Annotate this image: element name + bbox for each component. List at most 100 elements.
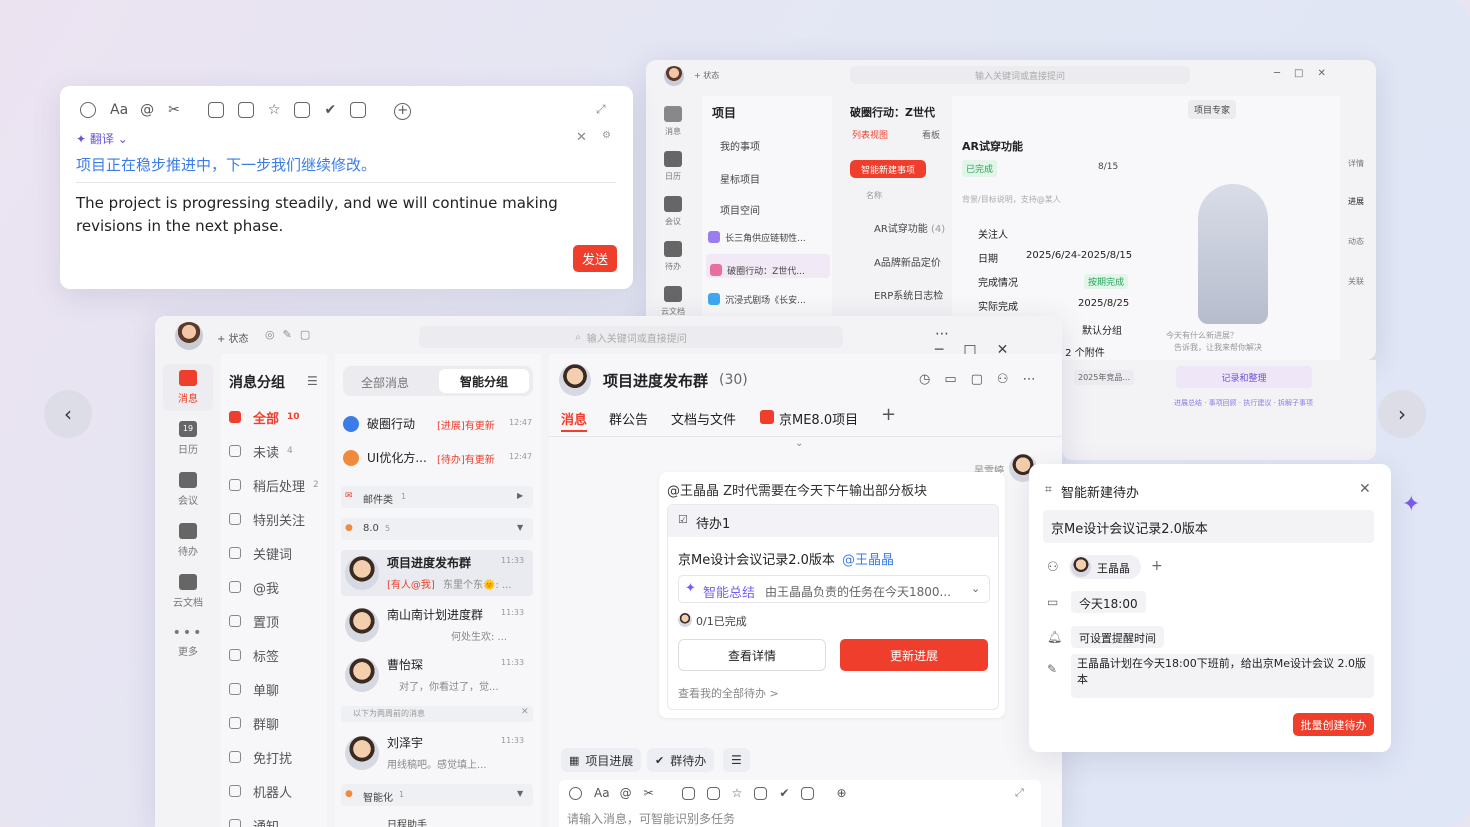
title-tools[interactable]: ◎✎▢ [265, 328, 318, 341]
star-icon[interactable]: ☆ [732, 786, 743, 800]
assignee-chip[interactable]: 王晶晶 [1069, 555, 1141, 579]
send-button[interactable]: 发送 [573, 245, 617, 272]
group-item[interactable]: 群聊 [229, 706, 329, 740]
nav-messages[interactable]: 消息 [163, 364, 213, 411]
group-item[interactable]: 单聊 [229, 672, 329, 706]
starred-projects[interactable]: 星标项目 [720, 171, 760, 186]
list-item-partial[interactable]: 日程助手 [387, 816, 427, 827]
folder-icon[interactable] [207, 102, 224, 118]
view-detail-button[interactable]: 查看详情 [678, 639, 826, 671]
group-item[interactable]: @我 [229, 570, 329, 604]
status-button[interactable]: + 状态 [694, 70, 719, 81]
emoji-icon[interactable] [569, 787, 582, 800]
font-icon[interactable]: Aa [594, 786, 610, 800]
scissors-icon[interactable]: ✂ [168, 102, 180, 118]
group-item[interactable]: 机器人 [229, 774, 329, 808]
group-item[interactable]: 通知 [229, 808, 329, 827]
chat-header-tools[interactable]: ◷▭▢⚇⋯ [919, 372, 1050, 387]
side-activity[interactable]: 动态 [1348, 236, 1364, 247]
file-icon[interactable] [237, 102, 254, 118]
expand-icon[interactable]: ⤢ [596, 102, 606, 117]
due-date[interactable]: 今天18:00 [1071, 591, 1146, 613]
chevron-down-icon[interactable]: ⌄ [795, 438, 803, 449]
file-icon[interactable] [706, 787, 720, 800]
translate-settings-icon[interactable]: ⚙ [602, 130, 611, 141]
side-detail[interactable]: 详情 [1348, 158, 1364, 169]
add-icon[interactable]: ⊕ [836, 786, 846, 800]
project-item-selected[interactable]: 破圈行动：Z世代... [706, 254, 830, 278]
nav-todo[interactable]: 待办 [163, 523, 213, 558]
group-item[interactable]: 标签 [229, 638, 329, 672]
message-input[interactable]: 请输入消息，可智能识别多任务 [567, 810, 735, 827]
status-badge[interactable]: 已完成 [962, 160, 998, 177]
chip-more[interactable]: ☰ [723, 748, 750, 772]
tab-smart-groups[interactable]: 智能分组 [439, 369, 529, 393]
next-arrow-button[interactable]: › [1378, 390, 1426, 438]
search-input[interactable]: ⌕ 输入关键词或直接提问 [419, 326, 843, 348]
smart-new-item-button[interactable]: 智能新建事项 [850, 160, 926, 178]
nav-more[interactable]: ••• 更多 [163, 625, 213, 658]
group-item[interactable]: 稍后处理 2 [229, 468, 329, 502]
tab-board-view[interactable]: 看板 [922, 128, 940, 141]
side-progress[interactable]: 进展 [1348, 196, 1364, 207]
project-item[interactable]: 沉浸式剧场《长安... [708, 288, 830, 310]
screen-icon[interactable] [350, 102, 367, 118]
window-controls[interactable]: ─□✕ [1274, 68, 1340, 79]
chip-project-progress[interactable]: ▦ 项目进展 [561, 748, 642, 772]
group-value[interactable]: 默认分组 [1082, 322, 1122, 337]
board-row[interactable]: AR试穿功能 (4) [874, 220, 945, 235]
group-item[interactable]: 置顶 [229, 604, 329, 638]
tab-list-view[interactable]: 列表视图 [852, 128, 888, 141]
project-item[interactable]: 长三角供应链韧性... [708, 226, 830, 248]
folder-80[interactable]: ● 8.0 5 ▼ [341, 518, 533, 540]
nav-calendar[interactable]: 19 日历 [163, 421, 213, 456]
assistant-links[interactable]: 进展总结 · 事项回顾 · 执行建议 · 拆解子事项 [1174, 398, 1313, 408]
note-field[interactable]: 王晶晶计划在今天18:00下班前，给出京Me设计会议 2.0版本 [1071, 654, 1374, 698]
chat-item[interactable]: 南山南计划进度群 11:33 何处生欢: ... [341, 602, 533, 648]
todo-mention[interactable]: @王晶晶 [842, 549, 894, 568]
nav-messages[interactable]: 消息 [656, 106, 690, 137]
screen-icon[interactable] [801, 787, 815, 800]
record-button[interactable]: 记录和整理 [1176, 366, 1312, 388]
folder-icon[interactable] [681, 787, 695, 800]
prev-arrow-button[interactable]: ‹ [44, 390, 92, 438]
update-progress-button[interactable]: 更新进展 [840, 639, 988, 671]
smart-summary[interactable]: ✦ 智能总结 由王晶晶负责的任务在今天1800... ⌄ [678, 575, 990, 603]
add-assignee-icon[interactable]: + [1151, 558, 1163, 574]
chip-group-todo[interactable]: ✔ 群待办 [647, 748, 715, 772]
avatar[interactable] [175, 322, 203, 350]
card-icon[interactable] [754, 787, 768, 800]
translate-toggle[interactable]: ✦ 翻译 ⌄ [76, 130, 128, 147]
batch-create-button[interactable]: 批量创建待办 [1293, 713, 1374, 736]
board-row[interactable]: A品牌新品定价 [874, 254, 941, 269]
at-icon[interactable]: @ [620, 786, 632, 800]
project-space[interactable]: 项目空间 [720, 202, 760, 217]
tab-messages[interactable]: 消息 [561, 409, 587, 428]
nav-todo[interactable]: 待办 [656, 241, 690, 272]
list-item[interactable]: 破圈行动 [进展]有更新 12:47 [343, 412, 532, 436]
group-item[interactable]: 免打扰 [229, 740, 329, 774]
attachment-file[interactable]: 2025年竞品... [1074, 370, 1134, 385]
chat-item[interactable]: 刘泽宇 11:33 用线稿吧。感觉填上... [341, 730, 533, 776]
check-icon[interactable]: ✔ [779, 786, 789, 800]
close-translate-icon[interactable]: ✕ [576, 130, 587, 145]
scissors-icon[interactable]: ✂ [644, 786, 654, 800]
board-row[interactable]: ERP系统日志检 [874, 287, 943, 302]
status-button[interactable]: + 状态 [217, 330, 249, 345]
search-input[interactable]: 输入关键词或直接提问 [850, 66, 1190, 84]
my-items[interactable]: 我的事项 [720, 138, 760, 153]
font-icon[interactable]: Aa [110, 102, 128, 118]
folder-smart[interactable]: ● 智能化 1 ▼ [341, 784, 533, 806]
add-tab-icon[interactable]: + [881, 404, 896, 425]
list-item[interactable]: UI优化方... [待办]有更新 12:47 [343, 446, 532, 470]
view-all-todos-link[interactable]: 查看我的全部待办 > [678, 685, 779, 701]
nav-calendar[interactable]: 日历 [656, 151, 690, 182]
at-icon[interactable]: @ [140, 102, 154, 118]
close-icon[interactable]: ✕ [1359, 481, 1371, 497]
translated-text[interactable]: The project is progressing steadily, and… [76, 192, 616, 238]
side-related[interactable]: 关联 [1348, 276, 1364, 287]
nav-docs[interactable]: 云文档 [656, 286, 690, 317]
nav-meeting[interactable]: 会议 [656, 196, 690, 227]
description-input[interactable]: 背景/目标说明，支持@某人 [962, 194, 1061, 205]
card-icon[interactable] [294, 102, 311, 118]
